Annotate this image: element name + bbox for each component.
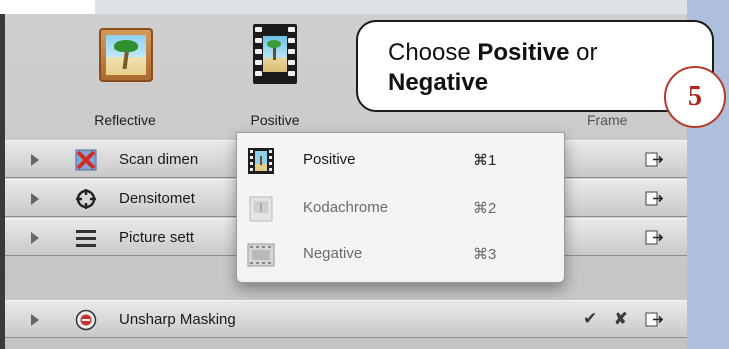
positive-film-icon bbox=[248, 148, 274, 174]
callout-negative-term: Negative bbox=[388, 69, 489, 96]
menu-item-kodachrome[interactable]: Kodachrome ⌘2 bbox=[237, 189, 564, 229]
apply-check-icon[interactable]: ✔ bbox=[583, 309, 597, 329]
export-icon[interactable] bbox=[645, 312, 663, 327]
menu-item-label: Kodachrome bbox=[303, 199, 389, 216]
document-top-strip bbox=[95, 0, 688, 14]
densitometer-icon bbox=[76, 189, 96, 209]
panel-label: Unsharp Masking bbox=[119, 311, 236, 328]
menu-item-positive[interactable]: Positive ⌘1 bbox=[237, 141, 564, 181]
disable-x-icon[interactable]: ✘ bbox=[614, 309, 627, 329]
menu-item-shortcut: ⌘1 bbox=[473, 152, 497, 169]
panel-row-unsharp-masking[interactable]: Unsharp Masking ✔ ✘ bbox=[5, 300, 687, 338]
menu-item-label: Positive bbox=[303, 151, 356, 168]
panel-label: Scan dimen bbox=[119, 151, 199, 168]
picture-settings-icon bbox=[76, 230, 96, 247]
disclosure-triangle-icon[interactable] bbox=[31, 314, 39, 326]
menu-item-negative[interactable]: Negative ⌘3 bbox=[237, 235, 564, 275]
scan-dimensions-icon bbox=[75, 149, 97, 171]
toolbar-positive-label: Positive bbox=[250, 112, 300, 128]
disclosure-triangle-icon[interactable] bbox=[31, 154, 39, 166]
callout-text-prefix: Choose bbox=[388, 39, 478, 66]
reflective-photo-icon bbox=[99, 28, 153, 82]
kodachrome-icon bbox=[249, 196, 273, 222]
panel-label: Picture sett bbox=[119, 229, 195, 246]
export-icon[interactable] bbox=[645, 191, 663, 206]
step-number-badge: 5 bbox=[664, 66, 726, 128]
panel-label: Densitomet bbox=[119, 190, 195, 207]
export-icon[interactable] bbox=[645, 230, 663, 245]
toolbar-reflective-label: Reflective bbox=[94, 112, 156, 128]
menu-item-shortcut: ⌘3 bbox=[473, 246, 497, 263]
menu-item-label: Negative bbox=[303, 245, 363, 262]
instruction-callout: Choose Positive or Negative bbox=[356, 20, 714, 112]
disclosure-triangle-icon[interactable] bbox=[31, 193, 39, 205]
negative-film-icon bbox=[247, 243, 275, 267]
toolbar-frame-label: Frame bbox=[587, 112, 628, 128]
callout-text-suffix: or bbox=[569, 39, 598, 66]
menu-item-shortcut: ⌘2 bbox=[473, 200, 497, 217]
toolbar-positive-button[interactable]: Positive bbox=[225, 20, 325, 140]
callout-positive-term: Positive bbox=[477, 39, 570, 66]
film-type-menu: Positive ⌘1 Kodachrome ⌘2 Negative ⌘3 bbox=[236, 132, 565, 283]
disclosure-triangle-icon[interactable] bbox=[31, 232, 39, 244]
film-strip-icon bbox=[253, 24, 297, 84]
unsharp-masking-icon bbox=[75, 309, 97, 331]
export-icon[interactable] bbox=[645, 152, 663, 167]
toolbar-reflective-button[interactable]: Reflective bbox=[75, 20, 175, 140]
